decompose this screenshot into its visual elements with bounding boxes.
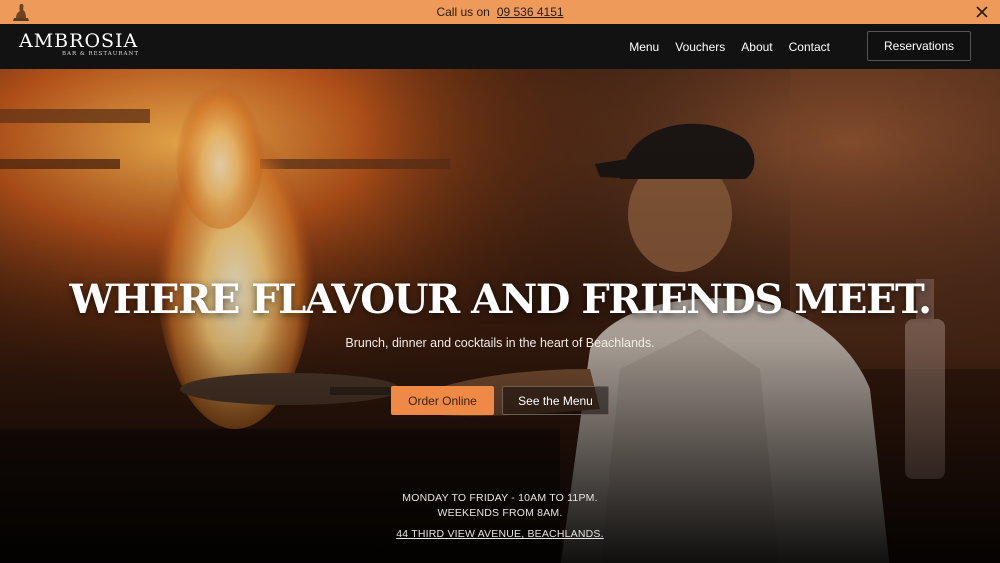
- phone-link[interactable]: 09 536 4151: [497, 5, 564, 19]
- nav-link-about[interactable]: About: [733, 40, 780, 54]
- call-label: Call us on: [436, 5, 490, 19]
- announcement-bar: Call us on 09 536 4151: [0, 0, 1000, 24]
- address-link[interactable]: 44 THIRD VIEW AVENUE, BEACHLANDS.: [396, 528, 604, 540]
- close-icon[interactable]: [974, 4, 990, 20]
- statue-icon: [13, 4, 29, 21]
- nav-link-contact[interactable]: Contact: [781, 40, 838, 54]
- reservations-button[interactable]: Reservations: [867, 31, 971, 61]
- logo[interactable]: AMBROSIA BAR & RESTAURANT: [19, 30, 141, 57]
- hero-subline: Brunch, dinner and cocktails in the hear…: [345, 336, 655, 350]
- hours-weekdays: MONDAY TO FRIDAY - 10AM TO 11PM.: [402, 492, 598, 504]
- hours-weekends: WEEKENDS FROM 8AM.: [437, 507, 563, 519]
- nav-link-vouchers[interactable]: Vouchers: [667, 40, 733, 54]
- nav-link-menu[interactable]: Menu: [621, 40, 667, 54]
- main-nav: AMBROSIA BAR & RESTAURANT Menu Vouchers …: [0, 24, 1000, 69]
- opening-hours: MONDAY TO FRIDAY - 10AM TO 11PM. WEEKEND…: [0, 491, 1000, 521]
- hero-headline: WHERE FLAVOUR AND FRIENDS MEET.: [69, 276, 932, 323]
- hero-section: WHERE FLAVOUR AND FRIENDS MEET. Brunch, …: [0, 69, 1000, 563]
- logo-name: AMBROSIA: [19, 30, 139, 52]
- order-online-button[interactable]: Order Online: [391, 386, 494, 415]
- see-menu-button[interactable]: See the Menu: [502, 386, 609, 415]
- address: 44 THIRD VIEW AVENUE, BEACHLANDS.: [0, 528, 1000, 540]
- nav-links: Menu Vouchers About Contact: [621, 24, 838, 69]
